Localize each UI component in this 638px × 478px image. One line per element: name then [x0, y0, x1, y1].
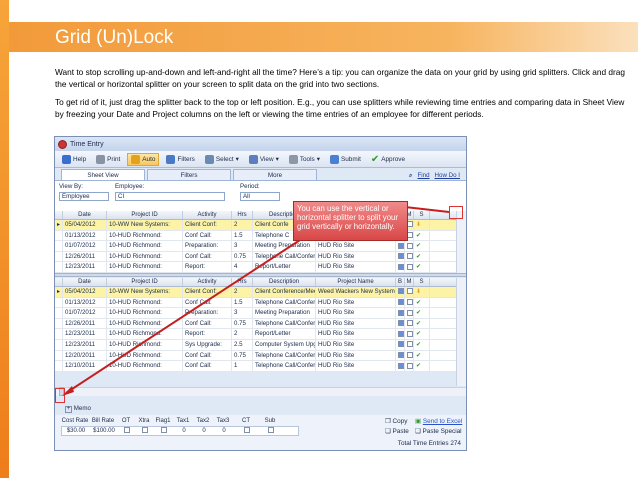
arrow-to-horizontal-splitter: [65, 239, 301, 394]
tip-callout: You can use the vertical or horizontal s…: [293, 201, 408, 241]
arrowhead-icon: [62, 386, 74, 396]
arrow-to-vertical-splitter: [404, 206, 450, 213]
